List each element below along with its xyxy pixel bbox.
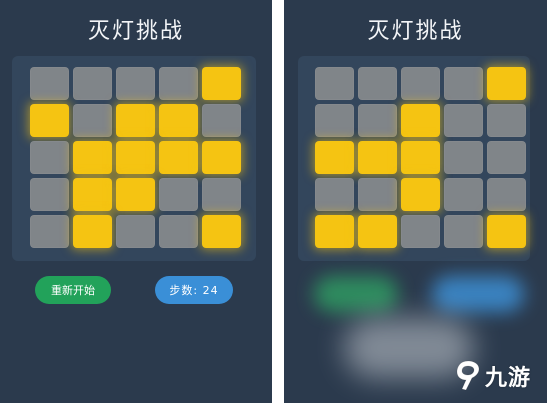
light-cell-on[interactable] <box>73 215 112 248</box>
light-cell-on[interactable] <box>401 178 440 211</box>
game-board <box>298 56 530 261</box>
light-grid <box>315 67 526 248</box>
game-title: 灭灯挑战 <box>367 19 464 44</box>
light-cell-on[interactable] <box>30 104 69 137</box>
light-cell-on[interactable] <box>159 141 198 174</box>
light-cell-off[interactable] <box>487 178 526 211</box>
light-cell-off[interactable] <box>444 104 483 137</box>
light-cell-on[interactable] <box>116 104 155 137</box>
game-title: 灭灯挑战 <box>87 19 184 44</box>
light-cell-on[interactable] <box>315 141 354 174</box>
light-cell-off[interactable] <box>116 67 155 100</box>
light-cell-off[interactable] <box>159 67 198 100</box>
watermark: 九游 <box>454 359 531 393</box>
light-cell-on[interactable] <box>202 141 241 174</box>
light-cell-off[interactable] <box>401 215 440 248</box>
light-cell-off[interactable] <box>315 104 354 137</box>
light-cell-on[interactable] <box>159 104 198 137</box>
light-cell-on[interactable] <box>73 141 112 174</box>
light-cell-on[interactable] <box>487 215 526 248</box>
game-board <box>12 56 256 261</box>
light-cell-off[interactable] <box>30 178 69 211</box>
light-cell-off[interactable] <box>444 67 483 100</box>
jiuyou-logo-icon <box>456 360 480 391</box>
left-game-screen: 灭灯挑战 重新开始 步数: 24 <box>0 0 272 403</box>
light-cell-off[interactable] <box>358 104 397 137</box>
light-cell-on[interactable] <box>401 104 440 137</box>
light-cell-off[interactable] <box>487 141 526 174</box>
light-cell-on[interactable] <box>202 215 241 248</box>
watermark-text: 九游 <box>485 366 532 391</box>
light-cell-off[interactable] <box>358 67 397 100</box>
restart-button[interactable]: 重新开始 <box>35 276 111 304</box>
light-cell-on[interactable] <box>315 215 354 248</box>
light-cell-off[interactable] <box>159 178 198 211</box>
light-cell-off[interactable] <box>159 215 198 248</box>
light-cell-on[interactable] <box>401 141 440 174</box>
light-grid <box>30 67 241 248</box>
light-cell-off[interactable] <box>315 67 354 100</box>
light-cell-off[interactable] <box>30 215 69 248</box>
light-cell-off[interactable] <box>73 104 112 137</box>
light-cell-off[interactable] <box>444 178 483 211</box>
light-cell-off[interactable] <box>315 178 354 211</box>
step-counter-badge: 步数: 24 <box>155 276 233 304</box>
light-cell-off[interactable] <box>202 178 241 211</box>
light-cell-off[interactable] <box>401 67 440 100</box>
light-cell-on[interactable] <box>116 178 155 211</box>
light-cell-off[interactable] <box>444 141 483 174</box>
light-cell-on[interactable] <box>358 215 397 248</box>
blurred-restart-button <box>314 276 398 312</box>
light-cell-on[interactable] <box>73 178 112 211</box>
light-cell-on[interactable] <box>202 67 241 100</box>
light-cell-off[interactable] <box>30 67 69 100</box>
light-cell-off[interactable] <box>444 215 483 248</box>
light-cell-off[interactable] <box>116 215 155 248</box>
light-cell-off[interactable] <box>487 104 526 137</box>
light-cell-on[interactable] <box>358 141 397 174</box>
light-cell-off[interactable] <box>358 178 397 211</box>
light-cell-off[interactable] <box>30 141 69 174</box>
light-cell-off[interactable] <box>73 67 112 100</box>
right-game-screen: 灭灯挑战 <box>284 0 547 403</box>
blurred-step-counter <box>432 276 524 312</box>
light-cell-off[interactable] <box>202 104 241 137</box>
light-cell-on[interactable] <box>116 141 155 174</box>
light-cell-on[interactable] <box>487 67 526 100</box>
